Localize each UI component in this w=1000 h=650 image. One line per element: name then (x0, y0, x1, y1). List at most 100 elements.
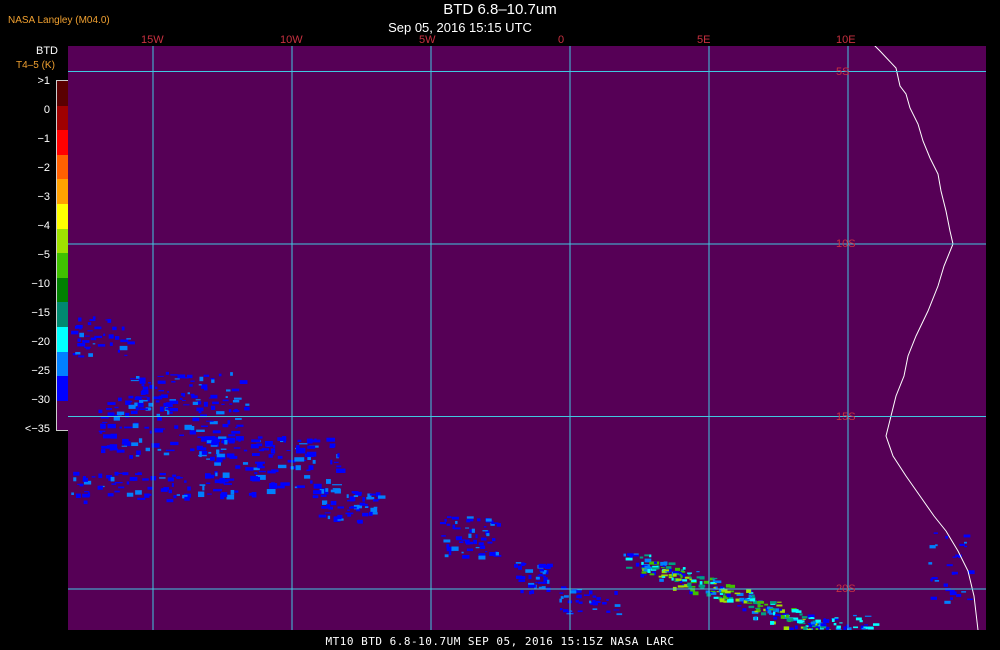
btd-signal-pixel (931, 577, 938, 580)
btd-signal-pixel (157, 380, 166, 384)
btd-signal-pixel (181, 392, 184, 396)
btd-signal-pixel (76, 324, 83, 329)
btd-signal-pixel (304, 453, 315, 458)
btd-signal-pixel (945, 535, 948, 539)
btd-signal-pixel (576, 590, 582, 593)
btd-signal-pixel (647, 569, 651, 573)
btd-signal-pixel (588, 590, 593, 595)
btd-signal-pixel (461, 551, 464, 554)
btd-signal-pixel (139, 379, 146, 384)
btd-signal-pixel (861, 627, 866, 630)
btd-signal-pixel (589, 600, 592, 604)
btd-signal-pixel (211, 441, 218, 446)
satellite-map[interactable] (68, 0, 986, 650)
btd-signal-pixel (222, 423, 229, 428)
btd-signal-pixel (171, 381, 176, 383)
btd-signal-pixel (147, 486, 153, 490)
btd-signal-pixel (675, 578, 682, 581)
btd-signal-pixel (963, 534, 971, 538)
btd-signal-pixel (446, 516, 452, 518)
btd-signal-pixel (235, 427, 238, 429)
btd-signal-pixel (750, 598, 756, 602)
btd-signal-pixel (446, 544, 450, 549)
btd-signal-pixel (107, 423, 116, 429)
btd-signal-pixel (195, 399, 201, 401)
btd-signal-pixel (337, 506, 344, 509)
btd-signal-pixel (535, 576, 540, 580)
btd-signal-pixel (141, 389, 149, 395)
btd-signal-pixel (616, 613, 623, 616)
btd-signal-pixel (577, 610, 583, 613)
btd-signal-pixel (853, 614, 857, 617)
btd-signal-pixel (251, 439, 261, 443)
btd-signal-pixel (866, 627, 871, 629)
btd-signal-pixel (712, 579, 716, 582)
btd-signal-pixel (459, 541, 464, 544)
btd-signal-pixel (117, 472, 124, 474)
btd-signal-pixel (277, 455, 283, 459)
btd-signal-pixel (137, 402, 144, 408)
btd-signal-pixel (518, 579, 526, 582)
btd-signal-pixel (106, 408, 113, 410)
btd-signal-pixel (757, 609, 761, 612)
btd-signal-pixel (318, 514, 327, 518)
btd-signal-pixel (148, 493, 152, 496)
btd-signal-pixel (158, 389, 165, 392)
btd-signal-pixel (211, 379, 215, 383)
btd-signal-pixel (691, 579, 697, 582)
btd-signal-pixel (345, 512, 354, 515)
btd-signal-pixel (231, 430, 241, 434)
btd-signal-pixel (206, 458, 211, 460)
btd-signal-pixel (130, 380, 139, 382)
btd-signal-pixel (296, 485, 305, 488)
btd-signal-pixel (831, 618, 835, 622)
map-canvas (68, 0, 986, 650)
btd-signal-pixel (245, 467, 254, 471)
btd-signal-pixel (273, 444, 276, 448)
btd-signal-pixel (760, 612, 767, 616)
btd-signal-pixel (330, 500, 337, 506)
btd-signal-pixel (84, 335, 90, 337)
btd-signal-pixel (933, 532, 938, 534)
btd-signal-pixel (455, 520, 458, 525)
btd-signal-pixel (779, 608, 783, 611)
btd-signal-pixel (116, 449, 125, 453)
btd-signal-pixel (174, 425, 179, 429)
btd-signal-pixel (596, 597, 601, 600)
btd-signal-pixel (130, 410, 138, 415)
btd-signal-pixel (802, 618, 806, 620)
color-scale-label: −5 (37, 249, 50, 261)
btd-signal-pixel (652, 565, 659, 568)
btd-signal-pixel (216, 411, 225, 415)
btd-signal-pixel (98, 473, 103, 479)
color-scale-label: −25 (31, 365, 50, 377)
btd-signal-pixel (77, 483, 83, 485)
btd-signal-pixel (525, 569, 534, 573)
btd-signal-pixel (184, 480, 187, 483)
btd-signal-pixel (326, 504, 331, 509)
btd-signal-pixel (77, 343, 86, 347)
color-scale-label: −2 (37, 162, 50, 174)
btd-signal-pixel (199, 376, 204, 382)
btd-signal-pixel (179, 397, 183, 400)
btd-signal-pixel (606, 610, 611, 613)
btd-signal-pixel (277, 464, 287, 469)
btd-signal-pixel (218, 373, 222, 377)
btd-signal-pixel (127, 341, 135, 345)
btd-signal-pixel (359, 502, 366, 506)
btd-signal-pixel (282, 436, 287, 438)
btd-signal-pixel (767, 606, 771, 610)
btd-signal-pixel (578, 601, 583, 604)
btd-signal-pixel (75, 493, 81, 498)
btd-signal-pixel (295, 465, 301, 471)
btd-signal-pixel (308, 465, 314, 470)
btd-signal-pixel (833, 622, 837, 626)
btd-signal-pixel (444, 519, 447, 522)
footer-caption: MT10 BTD 6.8-10.7UM SEP 05, 2016 15:15Z … (325, 635, 675, 648)
btd-signal-pixel (110, 476, 115, 482)
btd-signal-pixel (537, 581, 545, 584)
btd-signal-pixel (614, 590, 618, 595)
btd-signal-pixel (710, 591, 713, 594)
btd-signal-pixel (661, 567, 665, 569)
btd-signal-pixel (347, 509, 350, 511)
